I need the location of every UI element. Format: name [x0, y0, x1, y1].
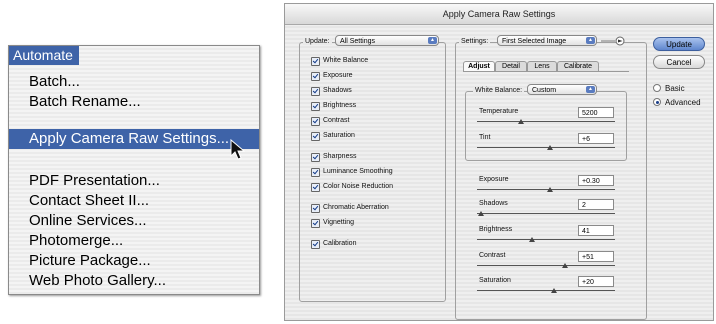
slider-thumb[interactable] [529, 237, 536, 242]
menu-item-online-services[interactable]: Online Services... [9, 211, 259, 231]
mouse-pointer-icon [230, 139, 246, 160]
slider-track[interactable] [477, 213, 615, 214]
chevron-updown-icon: ▲ [586, 86, 595, 93]
tab-divider [463, 71, 629, 72]
slider-value-field[interactable]: +20 [578, 276, 614, 287]
checkbox-label: Calibration [323, 240, 357, 247]
radio-label-advanced: Advanced [665, 98, 701, 107]
tab-detail[interactable]: Detail [495, 61, 527, 71]
settings-dropdown-value: First Selected Image [502, 38, 567, 45]
white-balance-dropdown[interactable]: Custom ▲ [527, 84, 597, 95]
slider-thumb[interactable] [547, 187, 554, 192]
checkbox-label: Luminance Smoothing [323, 168, 393, 175]
white-balance-dropdown-value: Custom [532, 87, 557, 94]
slider-label: Temperature [479, 108, 519, 115]
update-dropdown-value: All Settings [340, 38, 376, 45]
checkbox-color-noise-reduction[interactable] [311, 183, 320, 192]
slider-thumb[interactable] [551, 288, 558, 293]
menu-item-batch[interactable]: Batch... [9, 72, 259, 92]
update-dropdown[interactable]: All Settings ▲ [335, 35, 439, 46]
menu-title[interactable]: Automate [9, 46, 79, 65]
chevron-updown-icon: ▲ [428, 37, 437, 44]
slider-track[interactable] [477, 147, 615, 148]
apply-camera-raw-dialog: Apply Camera Raw Settings Update: All Se… [284, 3, 714, 321]
checkbox-label: Brightness [323, 102, 357, 109]
radio-advanced[interactable] [653, 98, 661, 106]
menu-item-batch-rename[interactable]: Batch Rename... [9, 92, 259, 112]
checkbox-label: Exposure [323, 72, 353, 79]
white-balance-label: White Balance: [473, 87, 525, 94]
checkbox-shadows[interactable] [311, 87, 320, 96]
automate-menu: Automate Batch... Batch Rename... Apply … [8, 45, 260, 295]
radio-basic[interactable] [653, 84, 661, 92]
checkbox-label: Sharpness [323, 153, 357, 160]
checkbox-label: Color Noise Reduction [323, 183, 394, 190]
slider-value-field[interactable]: +6 [578, 133, 614, 144]
slider-thumb[interactable] [562, 263, 569, 268]
slider-track[interactable] [477, 239, 615, 240]
slider-value-field[interactable]: 41 [578, 225, 614, 236]
chevron-updown-icon: ▲ [586, 37, 595, 44]
slider-value-field[interactable]: +0.30 [578, 175, 614, 186]
checkbox-saturation[interactable] [311, 132, 320, 141]
checkbox-white-balance[interactable] [311, 57, 320, 66]
settings-menu-icon[interactable] [601, 36, 627, 46]
slider-label: Tint [479, 134, 491, 141]
slider-label: Contrast [479, 252, 506, 259]
update-button[interactable]: Update [653, 37, 705, 51]
slider-thumb[interactable] [518, 119, 525, 124]
menu-item-pdf-presentation[interactable]: PDF Presentation... [9, 171, 259, 191]
white-balance-group [465, 91, 627, 161]
radio-label-basic: Basic [665, 84, 685, 93]
menu-item-photomerge[interactable]: Photomerge... [9, 231, 259, 251]
settings-label: Settings: [459, 38, 491, 45]
checkbox-label: Contrast [323, 117, 350, 124]
slider-thumb[interactable] [547, 145, 554, 150]
slider-label: Brightness [479, 226, 513, 233]
slider-value-field[interactable]: +51 [578, 251, 614, 262]
menu-item-apply-camera-raw[interactable]: Apply Camera Raw Settings... [9, 129, 259, 149]
checkbox-calibration[interactable] [311, 240, 320, 249]
tab-bar: Adjust Detail Lens Calibrate [463, 61, 639, 71]
checkbox-label: Vignetting [323, 219, 355, 226]
slider-thumb[interactable] [478, 211, 485, 216]
checkbox-contrast[interactable] [311, 117, 320, 126]
checkbox-label: Shadows [323, 87, 352, 94]
slider-track[interactable] [477, 189, 615, 190]
slider-label: Exposure [479, 176, 509, 183]
settings-dropdown[interactable]: First Selected Image ▲ [497, 35, 597, 46]
menu-item-web-photo-gallery[interactable]: Web Photo Gallery... [9, 271, 259, 291]
update-label: Update: [303, 38, 332, 45]
slider-label: Saturation [479, 277, 511, 284]
dialog-title: Apply Camera Raw Settings [285, 4, 713, 25]
tab-lens[interactable]: Lens [527, 61, 557, 71]
slider-track[interactable] [477, 290, 615, 291]
checkbox-chromatic-aberration[interactable] [311, 204, 320, 213]
menu-item-picture-package[interactable]: Picture Package... [9, 251, 259, 271]
slider-track[interactable] [477, 121, 615, 122]
checkbox-label: Saturation [323, 132, 355, 139]
tab-adjust[interactable]: Adjust [463, 61, 495, 71]
checkbox-exposure[interactable] [311, 72, 320, 81]
tab-calibrate[interactable]: Calibrate [557, 61, 599, 71]
slider-value-field[interactable]: 5200 [578, 107, 614, 118]
checkbox-brightness[interactable] [311, 102, 320, 111]
checkbox-label: White Balance [323, 57, 369, 64]
checkbox-sharpness[interactable] [311, 153, 320, 162]
checkbox-label: Chromatic Aberration [323, 204, 389, 211]
checkbox-vignetting[interactable] [311, 219, 320, 228]
slider-value-field[interactable]: 2 [578, 199, 614, 210]
checkbox-luminance-smoothing[interactable] [311, 168, 320, 177]
slider-label: Shadows [479, 200, 508, 207]
cancel-button[interactable]: Cancel [653, 55, 705, 69]
slider-track[interactable] [477, 265, 615, 266]
menu-item-contact-sheet[interactable]: Contact Sheet II... [9, 191, 259, 211]
